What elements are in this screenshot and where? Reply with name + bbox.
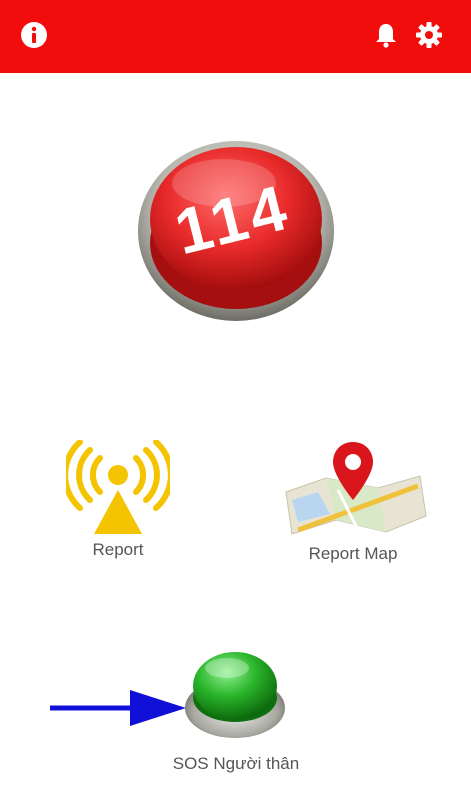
report-map-label: Report Map	[308, 544, 398, 563]
bell-icon[interactable]	[371, 20, 401, 50]
arrow-right-icon	[50, 690, 186, 726]
report-map-button[interactable]: Report Map	[278, 440, 428, 570]
map-pin-icon	[285, 442, 427, 535]
green-button-icon	[185, 652, 285, 738]
emergency-114-button[interactable]: 114	[136, 133, 336, 323]
report-label: Report	[92, 540, 144, 559]
top-app-bar	[0, 0, 471, 73]
info-icon[interactable]	[19, 20, 49, 50]
broadcast-icon	[66, 440, 170, 534]
report-button[interactable]: Report	[58, 440, 178, 565]
gear-icon[interactable]	[414, 20, 444, 50]
sos-relatives-label: SOS Người thân	[172, 754, 300, 773]
